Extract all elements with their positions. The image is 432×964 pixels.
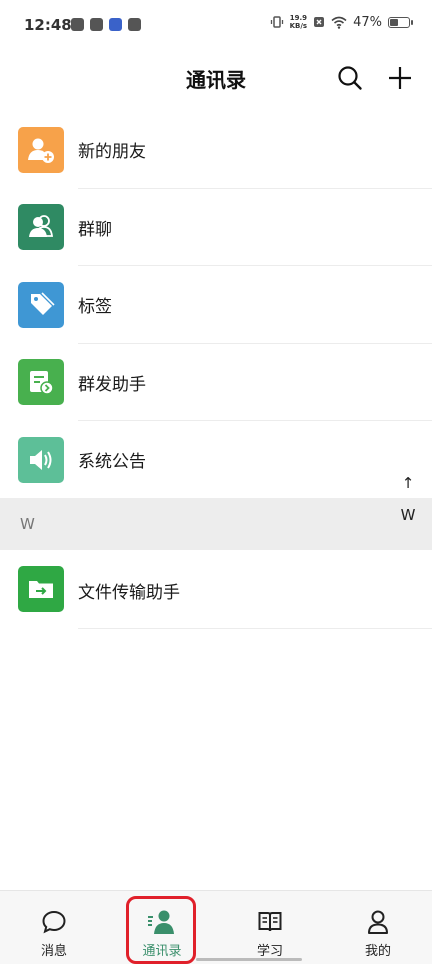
search-icon bbox=[338, 66, 362, 90]
broadcast-assistant-label: 群发助手 bbox=[78, 374, 146, 395]
nav-contacts[interactable]: 通讯录 bbox=[108, 891, 216, 964]
nav-messages[interactable]: 消息 bbox=[0, 891, 108, 964]
section-letter: W bbox=[20, 515, 35, 533]
person-icon bbox=[368, 910, 388, 934]
broadcast-assistant-item[interactable]: 群发助手 bbox=[0, 344, 432, 421]
chat-bubble-icon bbox=[42, 910, 66, 934]
plus-icon bbox=[389, 67, 411, 89]
group-chat-item[interactable]: 群聊 bbox=[0, 189, 432, 266]
network-speed-value: 19.9 bbox=[289, 14, 307, 22]
section-header-w: W bbox=[0, 498, 432, 550]
file-transfer-icon bbox=[18, 566, 64, 612]
bottom-nav: 消息 通讯录 学习 我的 bbox=[0, 890, 432, 964]
nav-study-label: 学习 bbox=[256, 944, 283, 959]
broadcast-icon bbox=[18, 359, 64, 406]
network-speed: 19.9 KB/s bbox=[290, 14, 307, 30]
add-friend-icon bbox=[18, 126, 64, 173]
status-bar: 12:48 19.9 KB/s 47% bbox=[0, 0, 432, 52]
page-title: 通讯录 bbox=[186, 68, 246, 92]
status-right: 19.9 KB/s 47% bbox=[270, 14, 413, 30]
calendar-notification-icon bbox=[109, 18, 122, 31]
nav-me[interactable]: 我的 bbox=[324, 891, 432, 964]
tag-icon bbox=[18, 281, 64, 328]
contacts-function-list: 新的朋友 群聊 标签 群发助手 系统公告 bbox=[0, 111, 432, 499]
nav-contacts-label: 通讯录 bbox=[142, 944, 182, 959]
search-button[interactable] bbox=[334, 62, 366, 94]
nav-study[interactable]: 学习 bbox=[216, 891, 324, 964]
home-indicator bbox=[196, 958, 302, 961]
group-chat-label: 群聊 bbox=[78, 219, 112, 240]
contacts-icon bbox=[148, 910, 174, 934]
status-time: 12:48 bbox=[24, 16, 72, 34]
no-sim-icon bbox=[314, 17, 325, 27]
add-button[interactable] bbox=[384, 62, 416, 94]
system-notice-label: 系统公告 bbox=[78, 452, 146, 473]
book-icon bbox=[258, 912, 282, 932]
app-notification-icon bbox=[71, 18, 84, 31]
system-notice-item[interactable]: 系统公告 bbox=[0, 421, 432, 499]
store-notification-icon bbox=[128, 18, 141, 31]
nav-messages-label: 消息 bbox=[40, 944, 67, 959]
index-letter-w[interactable]: W bbox=[399, 506, 417, 524]
file-transfer-label: 文件传输助手 bbox=[78, 583, 180, 603]
notification-icons bbox=[71, 18, 141, 31]
battery-percent: 47% bbox=[353, 14, 382, 30]
index-scroll-top[interactable]: ↑ bbox=[400, 474, 416, 492]
nav-me-label: 我的 bbox=[364, 944, 391, 959]
divider bbox=[78, 628, 432, 629]
speaker-icon bbox=[18, 436, 64, 483]
battery-fill bbox=[390, 18, 398, 26]
tags-label: 标签 bbox=[78, 297, 112, 318]
battery-icon bbox=[388, 16, 413, 28]
new-friends-item[interactable]: 新的朋友 bbox=[0, 111, 432, 189]
wifi-icon bbox=[331, 16, 347, 29]
network-speed-unit: KB/s bbox=[289, 22, 308, 30]
new-friends-label: 新的朋友 bbox=[78, 142, 146, 163]
file-transfer-item[interactable]: 文件传输助手 bbox=[0, 551, 432, 629]
header: 通讯录 bbox=[0, 52, 432, 104]
vibrate-icon bbox=[270, 16, 283, 28]
tags-item[interactable]: 标签 bbox=[0, 266, 432, 344]
group-chat-icon bbox=[18, 204, 64, 251]
mail-notification-icon bbox=[90, 18, 103, 31]
